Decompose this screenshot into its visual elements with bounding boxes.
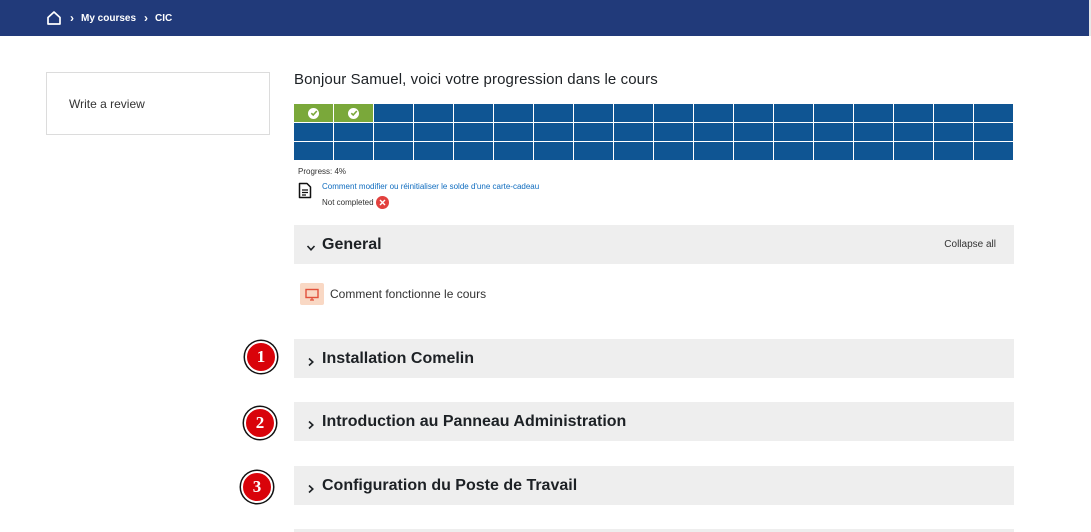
home-icon[interactable] bbox=[46, 10, 62, 26]
progress-cell[interactable] bbox=[614, 142, 654, 161]
progress-cell[interactable] bbox=[334, 142, 374, 161]
progress-cell[interactable] bbox=[334, 104, 374, 123]
lesson-item[interactable]: Comment fonctionne le cours bbox=[300, 283, 486, 305]
breadcrumb-my-courses[interactable]: My courses bbox=[81, 13, 136, 24]
progress-cell[interactable] bbox=[694, 142, 734, 161]
progress-cell[interactable] bbox=[374, 123, 414, 142]
chevron-down-icon[interactable] bbox=[306, 240, 316, 251]
progress-cell[interactable] bbox=[614, 104, 654, 123]
section-title[interactable]: Introduction au Panneau Administration bbox=[322, 413, 626, 431]
progress-cell[interactable] bbox=[814, 104, 854, 123]
progress-cell[interactable] bbox=[534, 104, 574, 123]
breadcrumb-course[interactable]: CIC bbox=[155, 13, 172, 24]
progress-cell[interactable] bbox=[734, 123, 774, 142]
progress-cell[interactable] bbox=[774, 104, 814, 123]
progress-cell[interactable] bbox=[494, 104, 534, 123]
progress-grid bbox=[294, 104, 1014, 161]
progress-cell[interactable] bbox=[534, 123, 574, 142]
progress-cell[interactable] bbox=[894, 142, 934, 161]
progress-cell[interactable] bbox=[494, 142, 534, 161]
progress-cell[interactable] bbox=[374, 142, 414, 161]
progress-cell[interactable] bbox=[734, 142, 774, 161]
section-installation[interactable]: Installation Comelin bbox=[294, 339, 1014, 378]
progress-cell[interactable] bbox=[774, 123, 814, 142]
progress-cell[interactable] bbox=[294, 104, 334, 123]
progress-cell[interactable] bbox=[654, 123, 694, 142]
top-navbar: › My courses › CIC bbox=[0, 0, 1091, 36]
write-review-link[interactable]: Write a review bbox=[69, 97, 145, 111]
progress-cell[interactable] bbox=[494, 123, 534, 142]
section-title[interactable]: Configuration du Poste de Travail bbox=[322, 477, 577, 495]
progress-cell[interactable] bbox=[934, 104, 974, 123]
section-title[interactable]: Installation Comelin bbox=[322, 350, 474, 368]
progress-cell[interactable] bbox=[854, 123, 894, 142]
progress-cell[interactable] bbox=[854, 142, 894, 161]
section-title-general[interactable]: General bbox=[322, 236, 382, 254]
progress-cell[interactable] bbox=[934, 123, 974, 142]
step-badge-2: 2 bbox=[244, 407, 276, 439]
step-badge-1: 1 bbox=[245, 341, 277, 373]
progress-cell[interactable] bbox=[654, 104, 694, 123]
progress-cell[interactable] bbox=[614, 123, 654, 142]
progress-cell[interactable] bbox=[574, 123, 614, 142]
progress-percent-label: Progress: 4% bbox=[298, 167, 347, 176]
progress-cell[interactable] bbox=[694, 104, 734, 123]
progress-cell[interactable] bbox=[414, 123, 454, 142]
progress-cell[interactable] bbox=[734, 104, 774, 123]
progress-cell[interactable] bbox=[574, 142, 614, 161]
progress-cell[interactable] bbox=[774, 142, 814, 161]
chevron-right-icon[interactable] bbox=[306, 417, 316, 429]
progress-cell[interactable] bbox=[454, 104, 494, 123]
progress-cell[interactable] bbox=[534, 142, 574, 161]
section-configuration[interactable]: Configuration du Poste de Travail bbox=[294, 466, 1014, 505]
progress-cell[interactable] bbox=[694, 123, 734, 142]
progress-cell[interactable] bbox=[374, 104, 414, 123]
activity-link[interactable]: Comment modifier ou réinitialiser le sol… bbox=[322, 182, 539, 191]
progress-cell[interactable] bbox=[974, 123, 1014, 142]
progress-cell[interactable] bbox=[814, 123, 854, 142]
progress-cell[interactable] bbox=[454, 142, 494, 161]
chevron-right-icon[interactable] bbox=[306, 481, 316, 493]
close-circle-icon bbox=[375, 196, 389, 209]
presentation-icon bbox=[300, 283, 324, 305]
document-icon bbox=[298, 182, 314, 200]
step-badge-3: 3 bbox=[241, 471, 273, 503]
progress-cell[interactable] bbox=[894, 123, 934, 142]
progress-cell[interactable] bbox=[974, 142, 1014, 161]
progress-cell[interactable] bbox=[574, 104, 614, 123]
activity-status-text: Not completed bbox=[322, 198, 374, 207]
review-card: Write a review bbox=[46, 72, 270, 135]
check-icon bbox=[348, 107, 359, 119]
progress-cell[interactable] bbox=[334, 123, 374, 142]
section-introduction[interactable]: Introduction au Panneau Administration bbox=[294, 402, 1014, 441]
progress-cell[interactable] bbox=[654, 142, 694, 161]
progress-cell[interactable] bbox=[934, 142, 974, 161]
progress-cell[interactable] bbox=[414, 142, 454, 161]
progress-cell[interactable] bbox=[294, 123, 334, 142]
check-icon bbox=[308, 107, 319, 119]
section-general[interactable]: General Collapse all bbox=[294, 225, 1014, 264]
progress-cell[interactable] bbox=[814, 142, 854, 161]
lesson-link[interactable]: Comment fonctionne le cours bbox=[330, 287, 486, 301]
progress-cell[interactable] bbox=[974, 104, 1014, 123]
progress-cell[interactable] bbox=[414, 104, 454, 123]
activity-status: Not completed bbox=[322, 196, 539, 209]
progress-cell[interactable] bbox=[894, 104, 934, 123]
collapse-all-link[interactable]: Collapse all bbox=[944, 239, 996, 250]
progress-cell[interactable] bbox=[854, 104, 894, 123]
progress-greeting: Bonjour Samuel, voici votre progression … bbox=[294, 71, 658, 88]
chevron-right-icon: › bbox=[70, 11, 74, 25]
activity-item: Comment modifier ou réinitialiser le sol… bbox=[298, 181, 539, 209]
progress-cell[interactable] bbox=[294, 142, 334, 161]
progress-cell[interactable] bbox=[454, 123, 494, 142]
chevron-right-icon[interactable] bbox=[306, 354, 316, 366]
chevron-right-icon: › bbox=[144, 11, 149, 25]
